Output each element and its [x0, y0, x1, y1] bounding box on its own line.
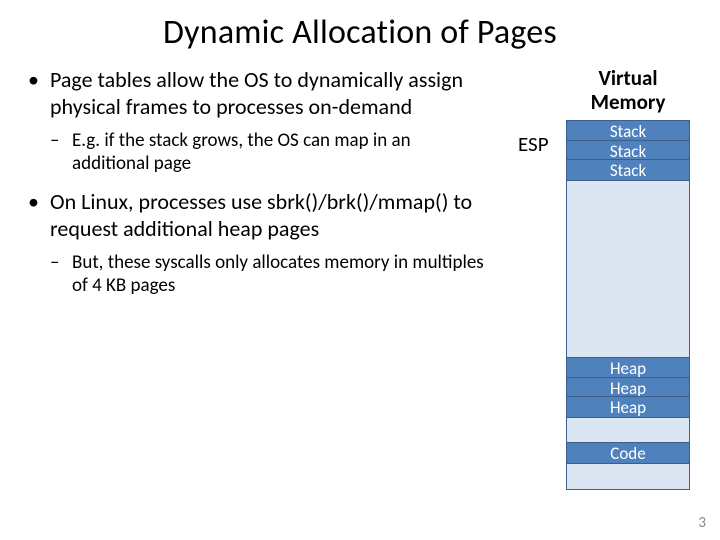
vm-heading-line2: Memory: [591, 89, 666, 115]
memory-gap-small: [567, 463, 689, 489]
code-segment: Code: [566, 442, 690, 464]
bullet-column: Page tables allow the OS to dynamically …: [0, 67, 500, 490]
memory-gap-small: [567, 417, 689, 443]
page-number: 3: [698, 514, 706, 532]
stack-segment: Stack: [566, 159, 690, 181]
virtual-memory-box: Stack Stack Stack Heap Heap Heap Code: [566, 120, 690, 490]
bullet-2: On Linux, processes use sbrk()/brk()/mma…: [28, 189, 492, 297]
bullet-2-sub-1: But, these syscalls only allocates memor…: [50, 251, 492, 297]
memory-gap: [567, 180, 689, 358]
heap-segment: Heap: [566, 396, 690, 418]
vm-heading: Virtual Memory: [566, 67, 690, 114]
bullet-1-text: Page tables allow the OS to dynamically …: [50, 66, 463, 120]
diagram-column: Virtual Memory ESP Stack Stack Stack Hea…: [500, 67, 710, 490]
bullet-1-sub-1: E.g. if the stack grows, the OS can map …: [50, 129, 492, 175]
esp-label: ESP: [518, 131, 549, 157]
bullet-2-text: On Linux, processes use sbrk()/brk()/mma…: [50, 188, 472, 242]
slide-body: Page tables allow the OS to dynamically …: [0, 59, 720, 490]
bullet-1: Page tables allow the OS to dynamically …: [28, 67, 492, 175]
slide-title: Dynamic Allocation of Pages: [0, 0, 720, 59]
vm-heading-line1: Virtual: [598, 65, 657, 91]
